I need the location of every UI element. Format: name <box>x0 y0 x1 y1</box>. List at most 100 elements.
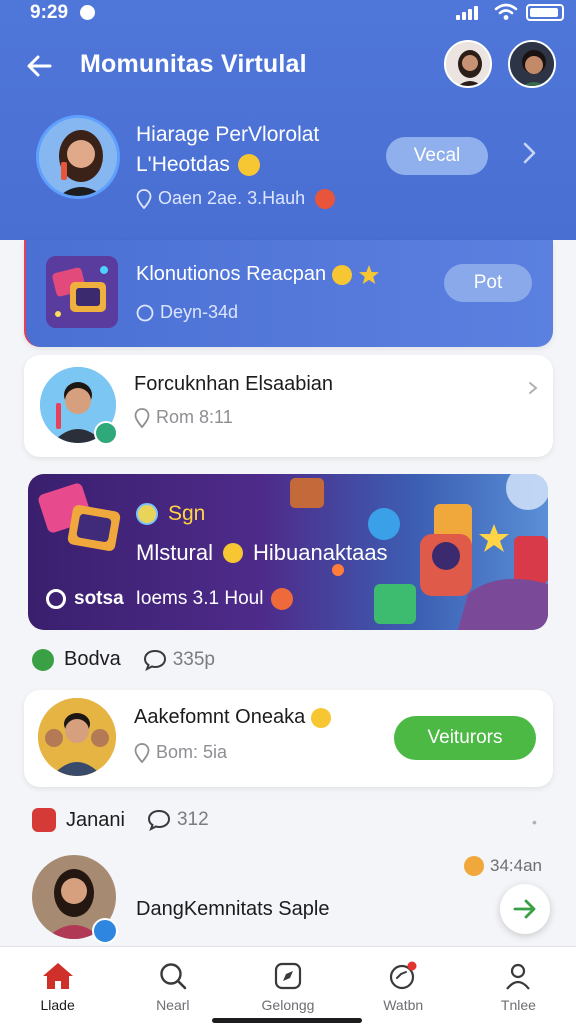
emoji-smile-icon <box>332 264 353 285</box>
comment-icon <box>143 649 166 671</box>
home-icon <box>42 963 73 989</box>
notification-icon <box>390 961 417 990</box>
person-meta: Rom 8:11 <box>134 407 233 428</box>
event-meta-text: Deyn-34d <box>160 302 239 322</box>
verified-badge-icon <box>94 421 118 445</box>
dismiss-x-icon[interactable]: • <box>532 814 537 830</box>
comment-icon <box>147 809 170 831</box>
member-name: Aakefomnt Oneaka <box>134 706 306 728</box>
member-avatar[interactable] <box>444 40 492 88</box>
event-title-row: Klonutionos Reacpan <box>136 263 380 286</box>
event-meta: Deyn-34d <box>136 302 238 323</box>
green-dot-icon <box>32 648 54 671</box>
featured-event-card[interactable]: Klonutionos Reacpan Deyn-34d Pot <box>24 240 553 347</box>
profile-icon <box>506 963 531 990</box>
nav-label: Llade <box>40 997 75 1013</box>
status-bar: 9:29 <box>0 0 576 26</box>
banner-tag: Sgn <box>136 502 205 526</box>
nav-label: Nearl <box>156 997 190 1013</box>
member-action-button[interactable]: Veiturors <box>394 716 536 760</box>
emoji-fire-icon <box>315 188 336 209</box>
comment-count-text: 335p <box>172 648 215 670</box>
profile-name-line2: L'Heotdas <box>136 153 230 176</box>
next-arrow-button[interactable] <box>500 884 550 934</box>
member-row[interactable]: DangKemnitats Saple 34:4an <box>24 852 553 946</box>
location-pin-icon <box>134 407 150 428</box>
nav-item-profile[interactable]: Tnlee <box>461 947 576 1024</box>
back-arrow-icon[interactable] <box>24 50 56 82</box>
bottom-navigation: Llade Nearl Gelongg Watbn Tnlee <box>0 946 576 1024</box>
location-pin-icon <box>136 188 152 209</box>
person-name: Forcuknhan Elsaabian <box>134 373 334 395</box>
home-indicator <box>212 1018 362 1023</box>
member-time-text: 34:4an <box>490 856 542 875</box>
member-time: 34:4an <box>464 856 542 876</box>
nav-item-explore[interactable]: Gelongg <box>230 947 345 1024</box>
compass-icon <box>274 962 302 990</box>
profile-name-line1: Hiarage PerVlorolat <box>136 123 320 146</box>
event-action-button[interactable]: Pot <box>444 264 532 302</box>
chevron-right-icon[interactable] <box>526 379 540 397</box>
banner-dot-icon <box>136 503 158 525</box>
chevron-right-icon[interactable] <box>518 140 540 166</box>
event-thumbnail <box>46 256 118 328</box>
profile-meta: Oaen 2ae. 3.Hauh <box>136 188 336 209</box>
member-name: DangKemnitats Saple <box>136 898 330 920</box>
page-title: Momunitas Virtulal <box>80 50 307 78</box>
banner-title: Mlstural Hibuanaktaas <box>136 540 388 566</box>
battery-icon <box>526 4 564 21</box>
emoji-location-icon <box>464 856 484 876</box>
profile-action-button[interactable]: Vecal <box>386 137 488 175</box>
member-avatar[interactable] <box>508 40 556 88</box>
nav-item-home[interactable]: Llade <box>0 947 115 1024</box>
nav-item-notifications[interactable]: Watbn <box>346 947 461 1024</box>
signal-icon <box>456 6 478 20</box>
profile-meta-text: Oaen 2ae. 3.Hauh <box>158 188 306 208</box>
nav-label: Watbn <box>383 997 424 1013</box>
nav-label: Gelongg <box>261 997 315 1013</box>
section-label: Janani <box>66 808 125 831</box>
promo-banner[interactable]: Sgn Mlstural Hibuanaktaas sotsa Ioems 3.… <box>28 474 548 630</box>
comment-count: 335p <box>143 649 215 671</box>
section-label: Bodva <box>64 648 121 670</box>
emoji-fire-icon <box>271 588 294 610</box>
member-name-row: Aakefomnt Oneaka <box>134 706 332 729</box>
profile-name: Hiarage PerVlorolat L'Heotdas <box>136 120 376 180</box>
banner-footer: sotsa Ioems 3.1 Houl <box>46 588 294 610</box>
member-meta: Bom: 5ia <box>134 742 227 763</box>
section-header-janani[interactable]: Janani 312 <box>32 808 209 832</box>
red-face-icon <box>32 808 56 832</box>
status-time: 9:29 <box>30 2 69 23</box>
app-header: 9:29 Momunitas Virtulal Hiarage PerVloro… <box>0 0 576 240</box>
clock-icon <box>136 304 154 321</box>
section-header-bodva[interactable]: Bodva 335p <box>32 648 215 671</box>
comment-count-text: 312 <box>176 809 209 830</box>
search-icon <box>160 963 187 990</box>
event-title: Klonutionos Reacpan <box>136 263 327 285</box>
emoji-smile-icon <box>223 543 244 563</box>
wifi-icon <box>494 3 518 20</box>
verified-badge-icon <box>92 918 118 944</box>
nav-item-search[interactable]: Nearl <box>115 947 230 1024</box>
emoji-smile-icon <box>237 154 260 176</box>
emoji-smile-icon <box>311 707 332 728</box>
person-card[interactable]: Forcuknhan Elsaabian Rom 8:11 <box>24 355 553 457</box>
member-card[interactable]: Aakefomnt Oneaka Bom: 5ia Veiturors <box>24 690 553 787</box>
banner-meta: Ioems 3.1 Houl <box>135 588 264 609</box>
profile-avatar[interactable] <box>36 115 120 199</box>
member-meta-text: Bom: 5ia <box>156 742 228 762</box>
person-meta-text: Rom 8:11 <box>156 407 233 427</box>
location-pin-icon <box>134 742 150 763</box>
banner-title-text-2: Hibuanaktaas <box>253 540 388 565</box>
arrow-right-icon <box>513 899 536 919</box>
banner-brand: sotsa <box>74 588 124 609</box>
profile-name-line2-row: L'Heotdas <box>136 150 376 180</box>
comment-count: 312 <box>147 809 209 831</box>
star-icon <box>359 264 380 284</box>
banner-title-text: Mlstural <box>136 540 214 565</box>
member-avatar <box>38 698 116 776</box>
nav-label: Tnlee <box>500 997 536 1013</box>
brand-logo-icon <box>46 589 66 609</box>
banner-tag-text: Sgn <box>168 502 206 525</box>
status-indicator-icon <box>80 5 95 20</box>
